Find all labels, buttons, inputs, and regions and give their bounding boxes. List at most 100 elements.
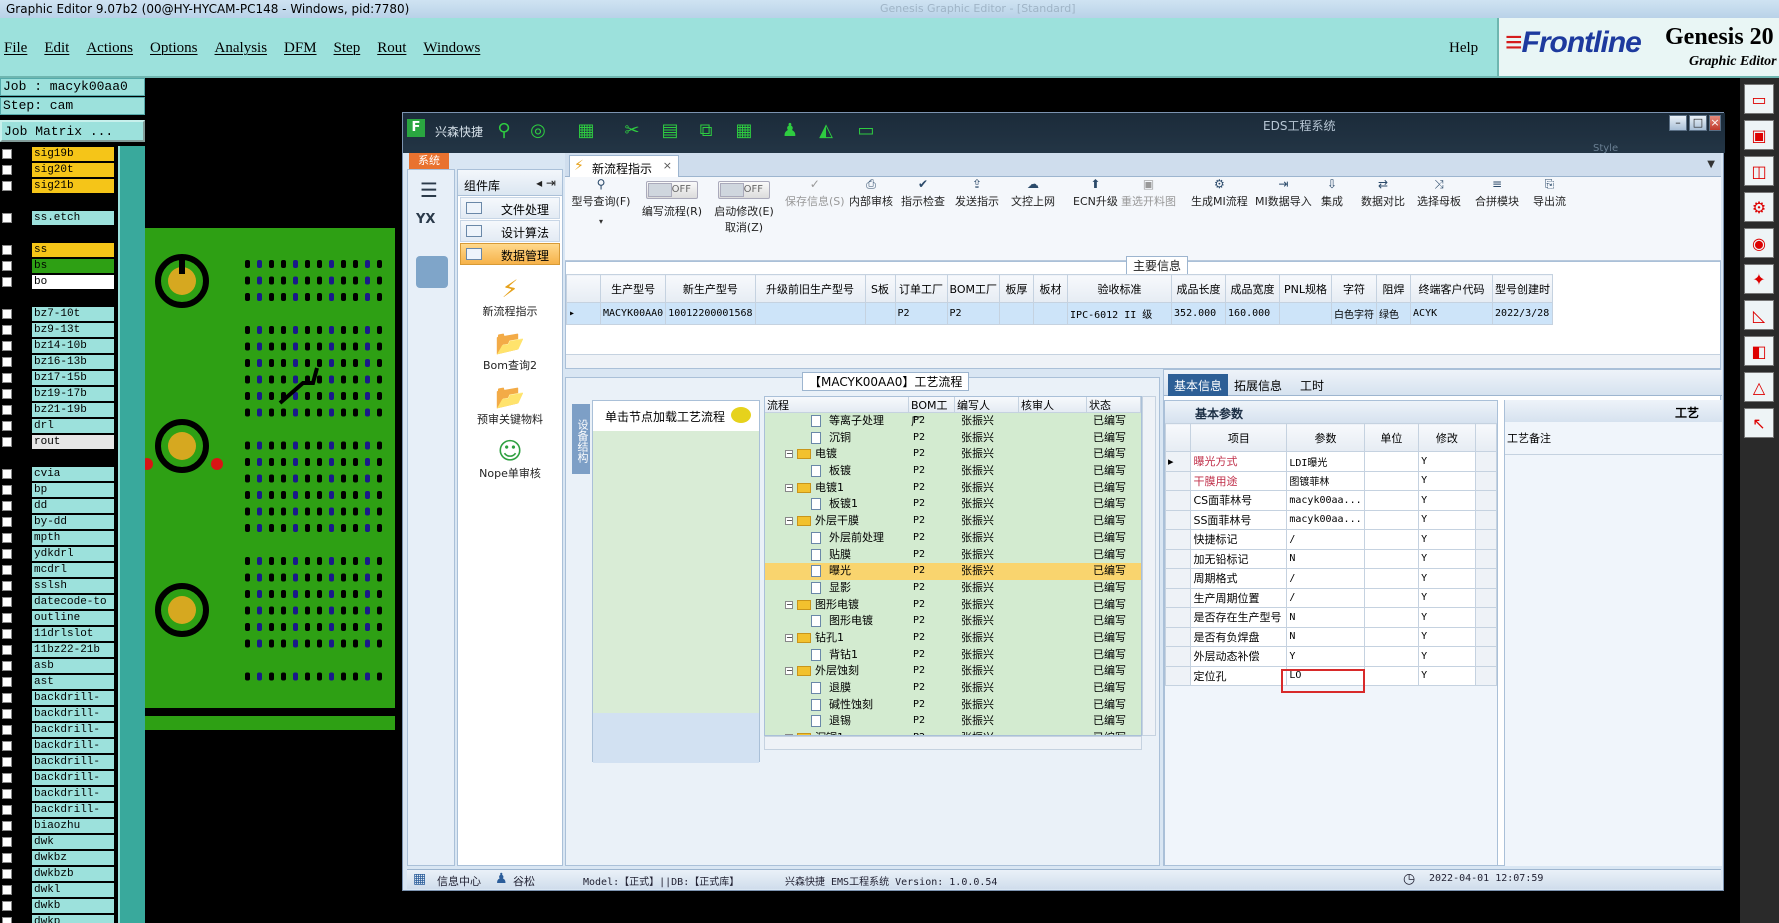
layer-checkbox[interactable] [2,693,12,703]
table-cell[interactable] [864,302,896,325]
layer-checkbox[interactable] [2,533,12,543]
table-cell[interactable]: 160.000 [1225,302,1281,325]
layer-row[interactable]: dwkbzb [0,866,118,882]
tool-icon[interactable]: ◺ [1744,300,1774,330]
tool-icon[interactable]: ▣ [1744,120,1774,150]
layer-checkbox[interactable] [2,565,12,575]
layer-checkbox[interactable] [2,245,12,255]
column-header[interactable]: 核审人 [1019,397,1087,412]
layer-checkbox[interactable] [2,725,12,735]
column-header[interactable]: 单位 [1363,423,1420,452]
tree-row[interactable]: − 外层蚀刻 P2 张振兴 已编写 [765,663,1141,680]
scissors-icon[interactable]: ✂ [621,121,643,141]
layer-row[interactable]: dwk [0,834,118,850]
layer-row[interactable]: asb [0,658,118,674]
column-header[interactable]: 终端客户代码 [1410,274,1494,303]
column-header[interactable]: 编写人 [955,397,1019,412]
param-row[interactable]: 加无铅标记 N Y [1164,548,1498,569]
layer-row[interactable]: drl [0,418,118,434]
layer-row[interactable]: 11bz22-21b [0,642,118,658]
layer-checkbox[interactable] [2,837,12,847]
layer-checkbox[interactable] [2,677,12,687]
expand-toggle-icon[interactable]: − [785,483,793,492]
library-item[interactable]: 设计算法 [460,220,560,242]
layer-row[interactable]: bz9-13t [0,322,118,338]
layer-checkbox[interactable] [2,757,12,767]
tree-row[interactable]: 板镀1 P2 张振兴 已编写 [765,496,1141,513]
pointer-icon[interactable]: ↖ [1744,408,1774,438]
tree-row[interactable]: 外层前处理 P2 张振兴 已编写 [765,530,1141,547]
equipment-structure-tab[interactable]: 设备结构 [572,404,590,474]
expand-toggle-icon[interactable]: − [785,667,793,676]
tab-0[interactable]: 基本信息 [1168,374,1229,396]
toolbar-button[interactable]: ⇪ 发送指示 [955,177,999,257]
layer-row[interactable]: bz19-17b [0,386,118,402]
layer-checkbox[interactable] [2,741,12,751]
table-cell[interactable] [1279,302,1333,325]
layer-checkbox[interactable] [2,661,12,671]
main-info-scrollbar[interactable] [566,354,1720,368]
layer-checkbox[interactable] [2,821,12,831]
maximize-button[interactable]: □ [1689,115,1707,131]
layer-checkbox[interactable] [2,517,12,527]
toolbar-button[interactable]: ✓ 保存信息(S) [785,177,845,257]
layer-checkbox[interactable] [2,597,12,607]
layer-checkbox[interactable] [2,421,12,431]
column-header[interactable]: BOM工厂 [946,274,1001,303]
layer-checkbox[interactable] [2,373,12,383]
layer-checkbox[interactable] [2,213,12,223]
param-row[interactable]: 周期格式 / Y [1164,568,1498,589]
layer-row[interactable]: by-dd [0,514,118,530]
layer-checkbox[interactable] [2,309,12,319]
copy-icon[interactable]: ⧉ [695,121,717,141]
layer-checkbox[interactable] [2,181,12,191]
menu-analysis[interactable]: Analysis [215,40,268,57]
layer-checkbox[interactable] [2,645,12,655]
table-cell[interactable] [1033,302,1069,325]
layer-checkbox[interactable] [2,869,12,879]
layer-row[interactable]: backdrill- [0,754,118,770]
menu-file[interactable]: File [4,40,27,57]
query-button[interactable]: ⚲ 型号查询(F) ▾ [569,177,633,257]
param-row[interactable]: SS面菲林号 macyk00aa... Y [1164,509,1498,530]
layer-row[interactable]: dwkb [0,898,118,914]
layer-row[interactable]: dd [0,498,118,514]
layer-checkbox[interactable] [2,389,12,399]
layer-row[interactable]: dwkp [0,914,118,923]
table-cell[interactable]: P2 [894,302,948,325]
layer-checkbox[interactable] [2,917,12,923]
layer-checkbox[interactable] [2,789,12,799]
library-tool[interactable]: ☺ Nope单审核 [458,437,562,481]
film-icon[interactable]: ▤ [659,121,681,141]
layer-row[interactable]: bz16-13b [0,354,118,370]
table-cell[interactable]: 10012200001568 [665,302,756,325]
column-header[interactable]: 板材 [1033,274,1069,303]
grid-icon[interactable]: ▦ [733,121,755,141]
layer-row[interactable]: backdrill- [0,770,118,786]
user-icon[interactable]: ♟ [779,121,801,141]
table-cell[interactable]: 352.000 [1171,302,1227,325]
layer-row[interactable]: bo [0,274,118,290]
tool-icon[interactable]: ◉ [1744,228,1774,258]
column-header[interactable]: 验收标准 [1067,274,1173,303]
tree-row[interactable]: 退锡 P2 张振兴 已编写 [765,713,1141,730]
toolbar-button[interactable]: ▣ 重选开料图 [1121,177,1176,257]
column-header[interactable]: 新生产型号 [665,274,756,303]
tree-row[interactable]: 沉铜 P2 张振兴 已编写 [765,430,1141,447]
job-matrix-button[interactable]: Job Matrix ... [0,120,145,142]
menu-rout[interactable]: Rout [377,40,406,57]
layer-row[interactable]: datecode-to [0,594,118,610]
pcb-canvas[interactable] [145,200,395,758]
column-header[interactable]: 订单工厂 [894,274,948,303]
expand-toggle-icon[interactable]: − [785,517,793,526]
layer-row[interactable]: outline [0,610,118,626]
edit-flow-toggle[interactable]: OFF 编写流程(R) [639,177,705,257]
menu-windows[interactable]: Windows [423,40,480,57]
column-header[interactable]: 流程 [765,397,909,412]
toolbar-button[interactable]: ⚙ 生成MI流程 [1191,177,1248,257]
table-cell[interactable]: IPC-6012 II 级 [1067,302,1173,325]
collapse-arrows-icon[interactable]: ◂ ⇥ [536,176,556,190]
layer-checkbox[interactable] [2,485,12,495]
tree-row[interactable]: − 电镀 P2 张振兴 已编写 [765,446,1141,463]
layer-row[interactable]: cvia [0,466,118,482]
